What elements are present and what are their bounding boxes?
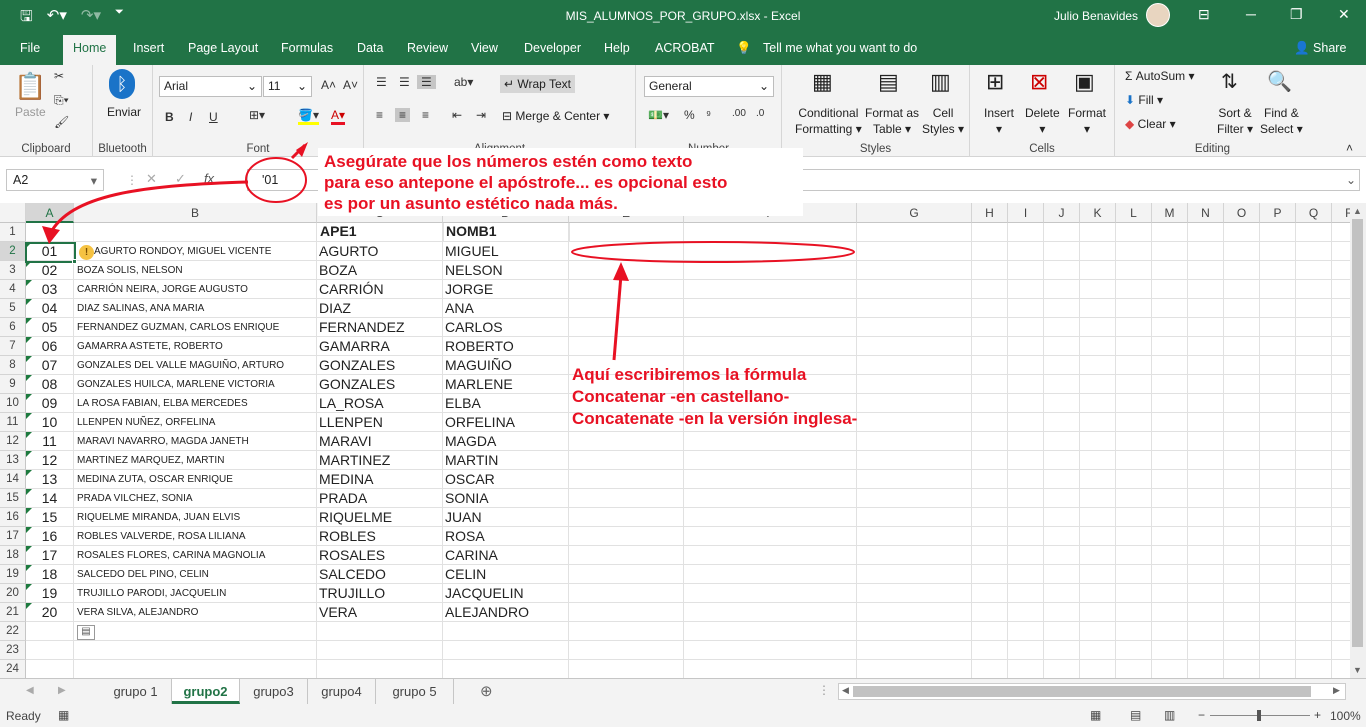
arrow-to-target — [612, 274, 623, 361]
annotation-line: Asegúrate que los números estén como tex… — [324, 152, 693, 171]
zoom-in-icon[interactable]: + — [1314, 708, 1321, 722]
annotation-number-as-text: Asegúrate que los números estén como tex… — [324, 151, 727, 214]
zoom-slider-thumb[interactable] — [1257, 710, 1261, 721]
annotation-line: Concatenar -en castellano- — [572, 387, 790, 406]
sheet-tab[interactable]: grupo 5 — [376, 679, 454, 704]
add-sheet-icon[interactable]: ⊕ — [480, 682, 493, 700]
h-scroll-thumb[interactable] — [853, 686, 1311, 697]
arrow-to-cell-a2 — [48, 180, 249, 235]
annotation-formula: Aquí escribiremos la fórmula Concatenar … — [572, 364, 857, 430]
scroll-right-icon[interactable]: ▶ — [1333, 685, 1340, 696]
annotation-line: Concatenate -en la versión inglesa- — [572, 409, 858, 428]
sheet-tab[interactable]: grupo2 — [172, 679, 240, 704]
page-break-view-icon[interactable]: ▥ — [1164, 708, 1175, 722]
annotation-line: Aquí escribiremos la fórmula — [572, 365, 807, 384]
target-cell-circle — [571, 241, 855, 263]
status-ready: Ready — [6, 709, 41, 723]
horizontal-scrollbar[interactable]: ◀ ▶ — [838, 683, 1346, 700]
sheet-tab[interactable]: grupo 1 — [100, 679, 172, 704]
annotation-line: para eso antepone el apóstrofe... es opc… — [324, 173, 728, 192]
arrow-head — [296, 142, 308, 157]
page-layout-view-icon[interactable]: ▤ — [1130, 708, 1141, 722]
sheet-tab[interactable]: grupo3 — [240, 679, 308, 704]
zoom-level[interactable]: 100% — [1330, 709, 1361, 723]
status-bar: Ready ▦ ▦ ▤ ▥ − + 100% — [0, 705, 1366, 727]
arrow-head — [613, 262, 629, 281]
annotation-line: es por un asunto estético nada más. — [324, 194, 618, 213]
prev-sheet-icon[interactable]: ◀ — [26, 685, 34, 696]
normal-view-icon[interactable]: ▦ — [1090, 708, 1101, 722]
macro-record-icon[interactable]: ▦ — [58, 708, 69, 722]
tab-split-icon[interactable]: ⋮ — [818, 683, 830, 697]
zoom-out-icon[interactable]: − — [1198, 708, 1205, 722]
formula-value-circle — [245, 157, 307, 203]
arrow-head — [42, 226, 60, 244]
scroll-left-icon[interactable]: ◀ — [842, 685, 849, 696]
sheet-tabs-bar: ◀ ▶ grupo 1 grupo2 grupo3 grupo4 grupo 5 ⊕ ⋮… — [0, 678, 1366, 705]
sheet-tab[interactable]: grupo4 — [308, 679, 376, 704]
next-sheet-icon[interactable]: ▶ — [58, 685, 66, 696]
